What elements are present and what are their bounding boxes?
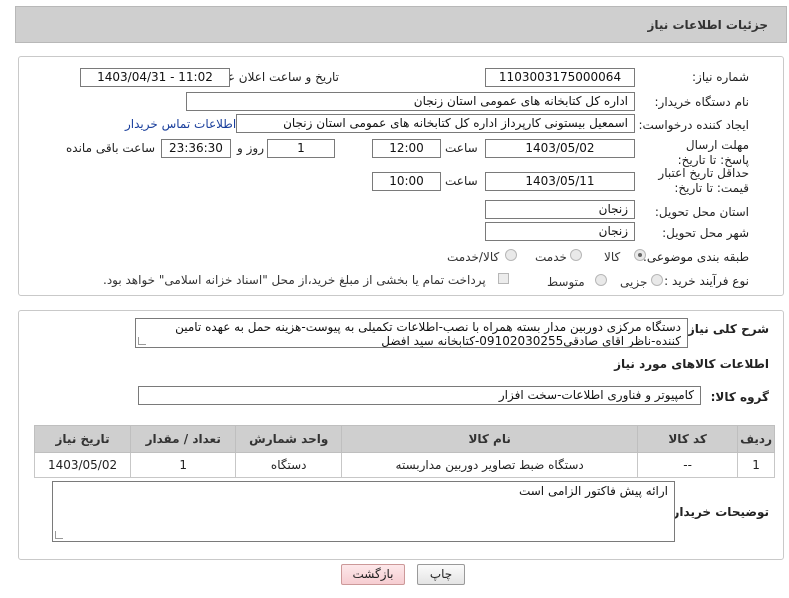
- buyer-contact-link[interactable]: اطلاعات تماس خریدار: [125, 117, 236, 131]
- remaining-time-field[interactable]: 23:36:30: [161, 139, 231, 158]
- print-button[interactable]: چاپ: [417, 564, 465, 585]
- requester-label: ایجاد کننده درخواست:: [638, 118, 749, 132]
- remaining-days-field[interactable]: 1: [267, 139, 335, 158]
- province-field[interactable]: زنجان: [485, 200, 635, 219]
- category-radio-service[interactable]: [570, 249, 582, 261]
- province-label: استان محل تحویل:: [654, 205, 749, 219]
- remaining-label: ساعت باقی مانده: [66, 141, 156, 155]
- buyer-notes-field[interactable]: ارائه پیش فاکتور الزامی است: [52, 481, 675, 542]
- description-text: دستگاه مرکزی دوربین مدار بسته همراه با ن…: [175, 320, 681, 348]
- process-radio-minor[interactable]: [651, 274, 663, 286]
- category-radio-goods-service[interactable]: [505, 249, 517, 261]
- cell-unit: دستگاه: [235, 452, 343, 478]
- cell-qty: 1: [130, 452, 237, 478]
- goods-table-header: ردیف کد کالا نام کالا واحد شمارش تعداد /…: [33, 425, 775, 453]
- col-code: کد کالا: [637, 425, 739, 453]
- col-row: ردیف: [737, 425, 775, 453]
- city-field[interactable]: زنجان: [485, 222, 635, 241]
- process-option-minor: جزیی: [620, 275, 648, 289]
- category-radio-goods[interactable]: [634, 249, 646, 261]
- validity-time-field[interactable]: 10:00: [372, 172, 441, 191]
- need-number-label: شماره نیاز:: [692, 70, 749, 84]
- category-label: طبقه بندی موضوعی:: [642, 250, 749, 264]
- category-option-goods-service: کالا/خدمت: [447, 250, 500, 264]
- col-unit: واحد شمارش: [235, 425, 343, 453]
- goods-group-label: گروه کالا:: [710, 390, 769, 404]
- need-number-field[interactable]: 1103003175000064: [485, 68, 635, 87]
- cell-name: دستگاه ضبط تصاویر دوربین مداربسته: [341, 452, 639, 478]
- buyer-org-label: نام دستگاه خریدار:: [654, 95, 750, 109]
- page-header: جزئیات اطلاعات نیاز: [15, 6, 787, 43]
- cell-row: 1: [737, 452, 775, 478]
- process-option-medium: متوسط: [547, 275, 585, 289]
- col-qty: تعداد / مقدار: [130, 425, 237, 453]
- requester-field[interactable]: اسمعیل بیستونی کارپرداز اداره کل کتابخان…: [236, 114, 635, 133]
- buyer-notes-label: توضیحات خریدار:: [667, 505, 769, 519]
- col-date: تاریخ نیاز: [33, 425, 132, 453]
- goods-group-field[interactable]: کامپیوتر و فناوری اطلاعات-سخت افزار: [138, 386, 701, 405]
- buyer-notes-text: ارائه پیش فاکتور الزامی است: [518, 484, 668, 498]
- resize-grip-icon[interactable]: [55, 531, 63, 539]
- page-title: جزئیات اطلاعات نیاز: [647, 18, 768, 32]
- back-button[interactable]: بازگشت: [341, 564, 405, 585]
- col-name: نام کالا: [341, 425, 639, 453]
- category-option-goods: کالا: [604, 250, 621, 264]
- cell-date: 1403/05/02: [33, 452, 132, 478]
- cell-code: --: [637, 452, 739, 478]
- city-label: شهر محل تحویل:: [662, 226, 749, 240]
- reply-deadline-date-field[interactable]: 1403/05/02: [485, 139, 635, 158]
- resize-grip-icon[interactable]: [138, 337, 146, 345]
- process-radio-medium[interactable]: [595, 274, 607, 286]
- process-label: نوع فرآیند خرید :: [664, 274, 749, 288]
- description-field[interactable]: دستگاه مرکزی دوربین مدار بسته همراه با ن…: [135, 318, 688, 348]
- category-option-service: خدمت: [535, 250, 567, 264]
- reply-deadline-time-field[interactable]: 12:00: [372, 139, 441, 158]
- buyer-org-field[interactable]: اداره کل کتابخانه های عمومی استان زنجان: [186, 92, 635, 111]
- days-label: روز و: [237, 141, 264, 155]
- treasury-note: پرداخت تمام یا بخشی از مبلغ خرید،از محل …: [103, 273, 486, 287]
- validity-label: حداقل تاریخ اعتبار قیمت: تا تاریخ:: [658, 166, 749, 195]
- validity-time-label: ساعت: [445, 174, 478, 188]
- description-label: شرح کلی نیاز:: [683, 322, 769, 336]
- announce-datetime-field[interactable]: 1403/04/31 - 11:02: [80, 68, 230, 87]
- goods-section-title: اطلاعات کالاهای مورد نیاز: [614, 357, 769, 371]
- treasury-checkbox[interactable]: [498, 273, 509, 284]
- reply-deadline-label: مهلت ارسال پاسخ: تا تاریخ:: [677, 138, 749, 167]
- validity-date-field[interactable]: 1403/05/11: [485, 172, 635, 191]
- reply-deadline-time-label: ساعت: [445, 141, 478, 155]
- table-row[interactable]: 1 -- دستگاه ضبط تصاویر دوربین مداربسته د…: [33, 452, 775, 478]
- goods-table: ردیف کد کالا نام کالا واحد شمارش تعداد /…: [33, 425, 775, 478]
